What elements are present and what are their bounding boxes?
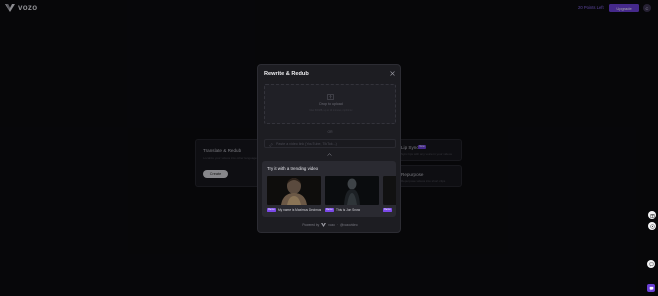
trending-video-card[interactable]: Demo This is Jon Snow <box>325 176 379 214</box>
trending-video-card[interactable]: Demo <box>383 176 396 214</box>
gift-icon <box>649 213 655 218</box>
demo-badge: Demo <box>383 207 392 212</box>
video-title: This is Jon Snow <box>336 208 361 212</box>
url-input[interactable] <box>276 140 394 148</box>
demo-badge: Demo <box>267 207 276 212</box>
chat-button[interactable] <box>648 222 656 230</box>
powered-by-handle[interactable]: @vozovideo <box>340 223 358 227</box>
modal-title: Rewrite & Redub <box>264 71 309 77</box>
dropzone-text: Drop to upload <box>319 102 343 106</box>
chevron-up-icon[interactable] <box>327 153 332 156</box>
help-button[interactable] <box>647 260 655 268</box>
upload-dropzone[interactable]: Drop to upload Max 500MB, up to 10 minut… <box>264 84 396 124</box>
powered-by-brand[interactable]: vozo <box>328 223 335 227</box>
gift-button[interactable] <box>648 211 656 219</box>
chat-icon <box>649 223 655 229</box>
trending-video-card[interactable]: Demo My name is Maximus Decimus Meridius <box>267 176 321 214</box>
url-field[interactable] <box>264 139 396 148</box>
trending-panel: Try it with a trending video Demo My nam… <box>262 161 396 217</box>
link-icon <box>269 142 273 147</box>
close-icon[interactable] <box>390 71 395 76</box>
powered-by: Powered by vozo · @vozovideo <box>258 223 402 227</box>
powered-by-prefix: Powered by <box>302 223 320 227</box>
upload-icon <box>327 94 334 100</box>
powered-by-separator: · <box>336 223 339 227</box>
demo-badge: Demo <box>325 207 334 212</box>
trending-title: Try it with a trending video <box>267 166 319 171</box>
help-icon <box>649 262 653 267</box>
video-thumbnail <box>267 176 321 205</box>
message-icon <box>649 286 653 290</box>
dropzone-hint: Max 500MB, up to 10 minutes, mp4/mov <box>309 109 353 112</box>
video-thumbnail <box>325 176 379 205</box>
or-divider: OR <box>327 130 333 134</box>
video-thumbnail <box>383 176 396 205</box>
vozo-small-logo-icon <box>321 223 327 227</box>
video-title: My name is Maximus Decimus Meridius <box>278 208 321 212</box>
support-chat-button[interactable] <box>647 284 655 292</box>
